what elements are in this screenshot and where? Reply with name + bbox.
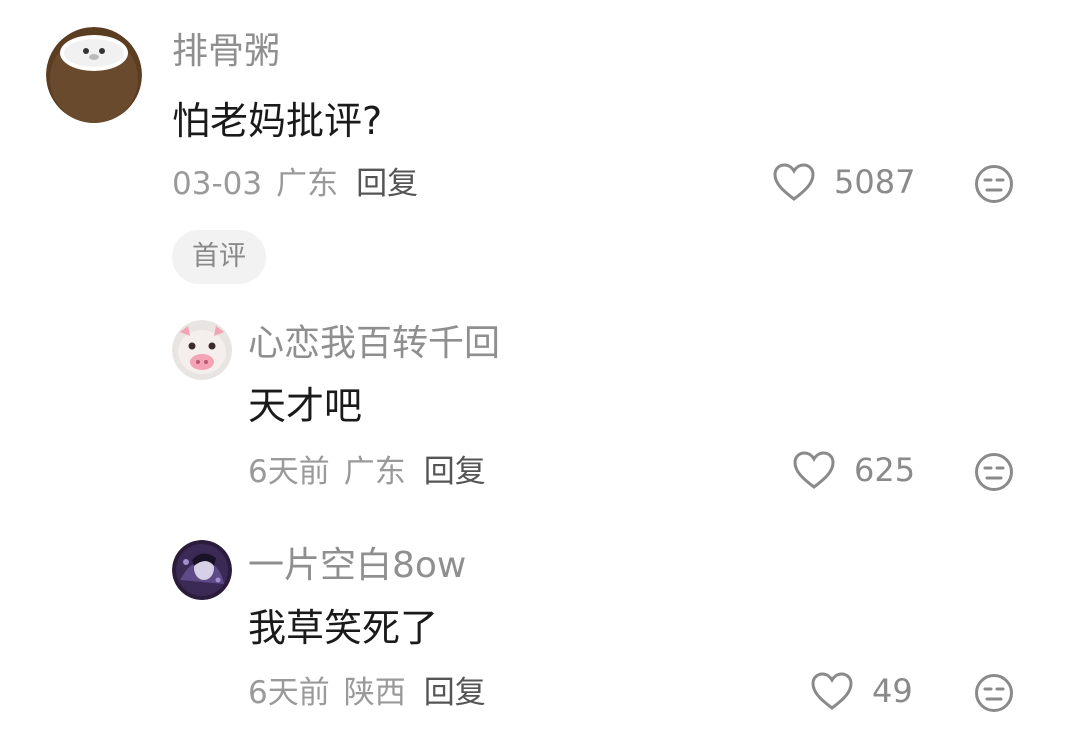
like-button[interactable]: 49 xyxy=(810,671,913,711)
comment-location: 陕西 xyxy=(343,675,406,711)
comment-meta: 6天前 广东 回复 xyxy=(248,453,486,491)
comment-text: 天才吧 xyxy=(248,384,363,428)
comment-location: 广东 xyxy=(276,166,339,202)
reply-button[interactable]: 回复 xyxy=(424,454,486,490)
first-comment-badge: 首评 xyxy=(172,230,266,284)
comment-meta: 6天前 陕西 回复 xyxy=(248,674,486,712)
dislike-button[interactable] xyxy=(974,164,1014,204)
heart-outline-icon xyxy=(811,672,853,710)
meh-face-icon xyxy=(975,165,1013,203)
like-button[interactable]: 5087 xyxy=(772,162,915,202)
comment-date: 6天前 xyxy=(248,454,330,490)
dislike-button[interactable] xyxy=(974,673,1014,713)
like-button[interactable]: 625 xyxy=(792,450,915,490)
meh-face-icon xyxy=(975,674,1013,712)
comment-date: 6天前 xyxy=(248,675,330,711)
comment-date: 03-03 xyxy=(172,166,263,202)
heart-outline-icon xyxy=(793,451,835,489)
coconut-avatar-icon xyxy=(46,27,142,123)
dislike-button[interactable] xyxy=(974,452,1014,492)
heart-outline-icon xyxy=(773,163,815,201)
comment-text: 我草笑死了 xyxy=(248,606,439,650)
pig-avatar-icon xyxy=(172,320,232,380)
like-count: 625 xyxy=(854,451,916,489)
username[interactable]: 心恋我百转千回 xyxy=(248,322,500,366)
reply-button[interactable]: 回复 xyxy=(424,675,486,711)
username[interactable]: 一片空白8ow xyxy=(248,544,466,588)
like-count: 5087 xyxy=(834,163,916,201)
avatar[interactable] xyxy=(46,27,142,123)
username[interactable]: 排骨粥 xyxy=(172,30,280,74)
meh-face-icon xyxy=(975,453,1013,491)
avatar[interactable] xyxy=(172,320,232,380)
like-count: 49 xyxy=(872,672,913,710)
reply-button[interactable]: 回复 xyxy=(356,166,418,202)
avatar[interactable] xyxy=(172,540,232,600)
anime-character-avatar-icon xyxy=(172,540,232,600)
comment-location: 广东 xyxy=(343,454,406,490)
comment-text: 怕老妈批评? xyxy=(172,99,383,143)
comment-meta: 03-03 广东 回复 xyxy=(172,165,418,203)
